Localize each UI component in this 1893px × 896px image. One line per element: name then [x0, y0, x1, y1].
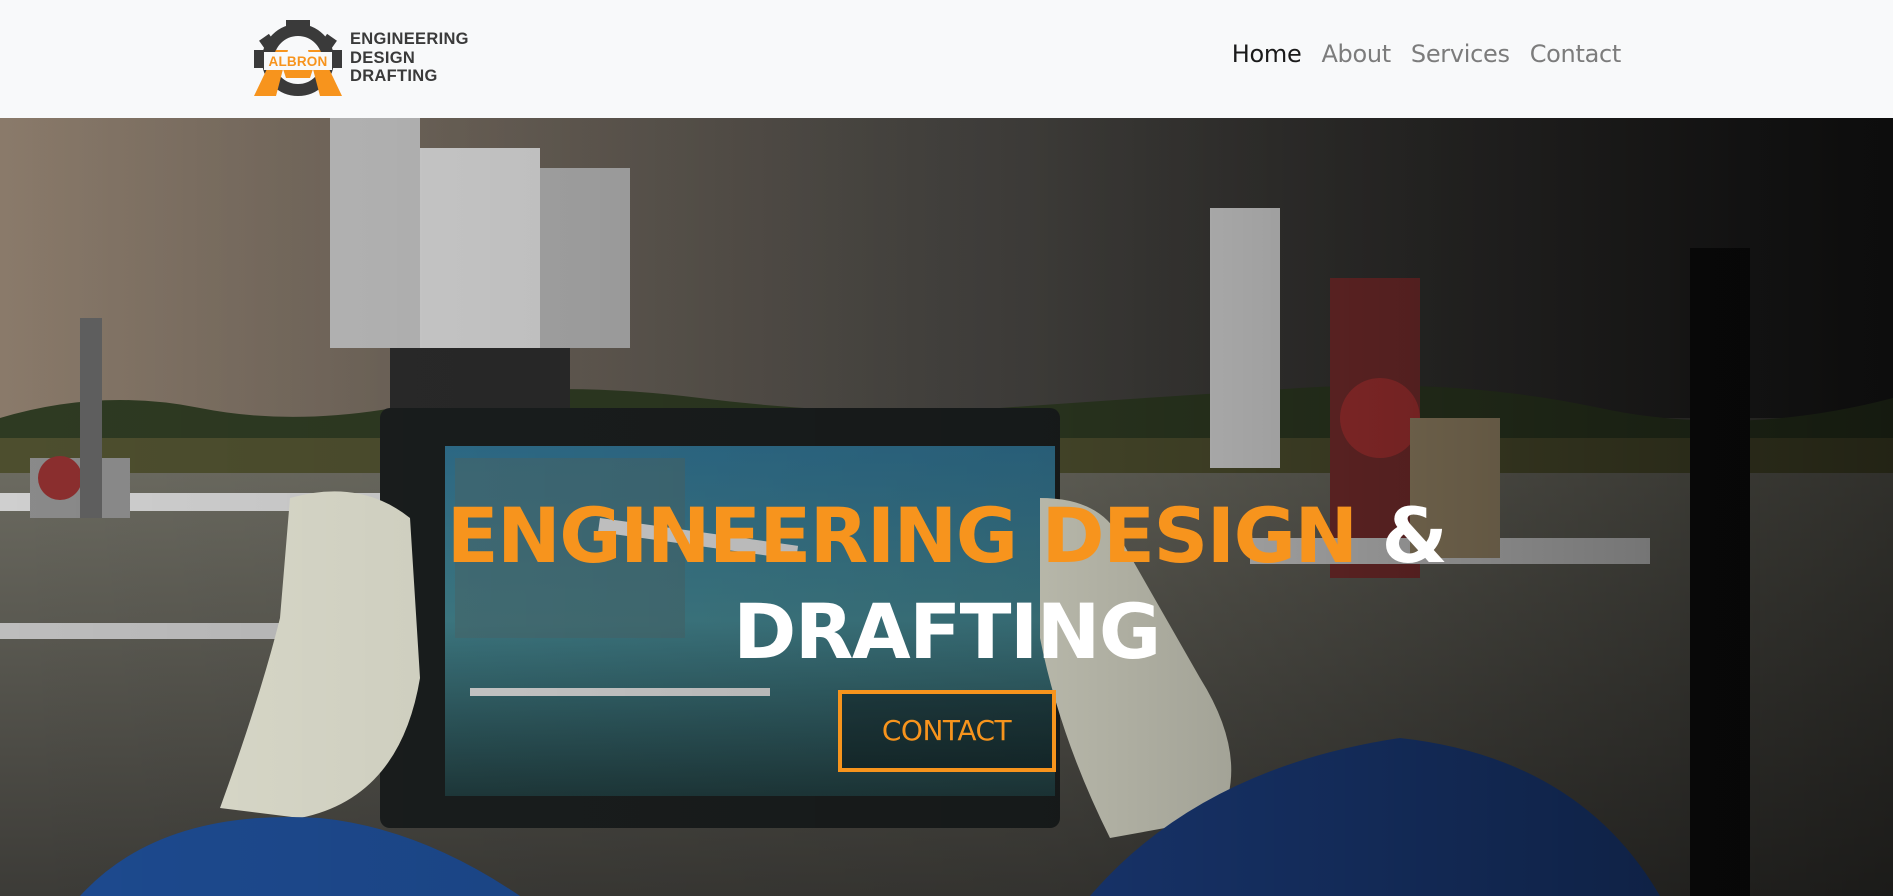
- hero-content: ENGINEERING DESIGN & DRAFTING CONTACT: [0, 488, 1893, 772]
- nav-contact-link[interactable]: Contact: [1520, 40, 1631, 68]
- headline-drafting: DRAFTING: [733, 587, 1161, 676]
- hero-headline: ENGINEERING DESIGN & DRAFTING: [0, 488, 1893, 680]
- brand-line-2: DESIGN: [350, 48, 416, 67]
- brand-logo-link[interactable]: ALBRON ENGINEERING DESIGN DRAFTING: [254, 20, 469, 96]
- main-nav: Home About Services Contact: [1222, 40, 1631, 68]
- brand-words: ENGINEERING DESIGN DRAFTING: [350, 30, 469, 86]
- hero-section: ENGINEERING DESIGN & DRAFTING CONTACT: [0, 118, 1893, 896]
- nav-about-link[interactable]: About: [1311, 40, 1400, 68]
- headline-ampersand: &: [1381, 491, 1448, 580]
- headline-accent: ENGINEERING DESIGN: [446, 491, 1358, 580]
- nav-services-link[interactable]: Services: [1401, 40, 1520, 68]
- brand-line-3: DRAFTING: [350, 67, 438, 86]
- nav-home-link[interactable]: Home: [1222, 40, 1312, 68]
- albron-logo: ALBRON: [254, 20, 342, 96]
- contact-button[interactable]: CONTACT: [837, 690, 1056, 772]
- brand-line-1: ENGINEERING: [350, 30, 469, 49]
- logo-wordmark: ALBRON: [268, 54, 328, 69]
- navbar: ALBRON ENGINEERING DESIGN DRAFTING Home …: [0, 0, 1893, 118]
